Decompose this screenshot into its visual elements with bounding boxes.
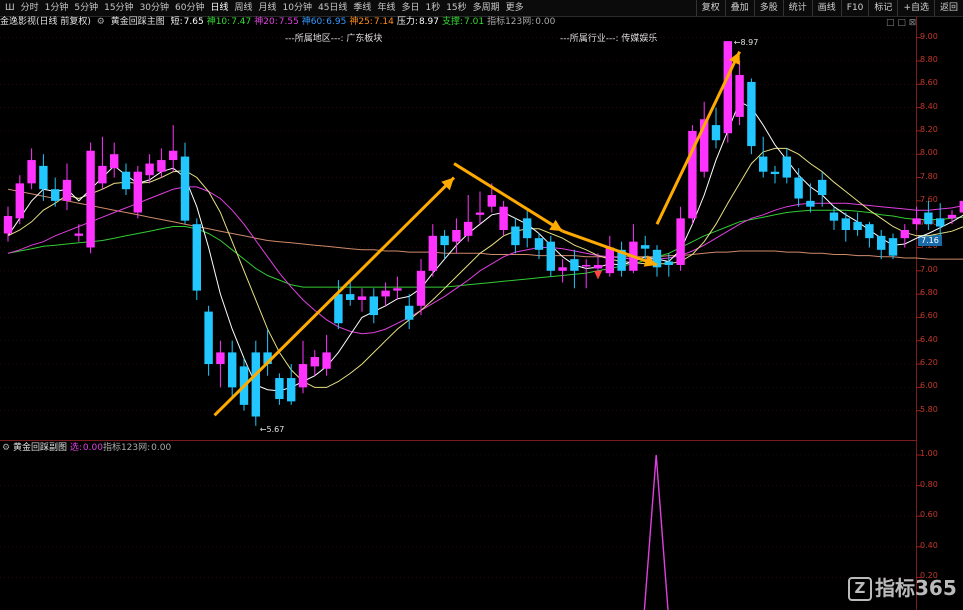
kline-chart[interactable]: ←8.97 ←5.67 — [0, 0, 963, 610]
candle-body-18 — [216, 352, 225, 365]
candle-body-32 — [381, 290, 390, 297]
candle-body-1 — [15, 183, 24, 219]
candle-body-54 — [641, 245, 650, 249]
candle-body-4 — [51, 189, 60, 201]
candle-body-10 — [121, 171, 131, 190]
candle-body-44 — [523, 218, 532, 239]
candle-body-34 — [405, 305, 414, 320]
ma-short-line — [7, 101, 963, 392]
candle-body-27 — [322, 352, 331, 369]
candle-body-77 — [912, 218, 921, 225]
candle-body-2 — [27, 160, 36, 184]
ma60-line — [7, 209, 963, 288]
candle-body-48 — [570, 259, 579, 271]
candle-body-0 — [3, 216, 13, 234]
candle-body-62 — [735, 74, 744, 117]
signal-marker — [594, 270, 602, 280]
candle-body-35 — [416, 270, 426, 306]
candle-body-28 — [334, 294, 343, 324]
candle-body-69 — [818, 179, 827, 196]
watermark-text: 指标365 — [875, 576, 957, 600]
candle-body-3 — [39, 165, 48, 190]
candle-body-66 — [782, 156, 791, 178]
candle-body-19 — [228, 352, 237, 388]
candle-body-71 — [841, 218, 850, 230]
candle-body-81 — [959, 200, 963, 213]
candle-body-16 — [192, 224, 201, 291]
candle-body-21 — [251, 352, 260, 417]
candle-body-36 — [428, 235, 437, 271]
candle-body-42 — [499, 206, 508, 230]
candle-body-33 — [393, 288, 402, 291]
candle-body-12 — [145, 163, 154, 176]
candle-body-41 — [487, 195, 496, 207]
candle-body-70 — [829, 212, 839, 221]
candle-body-64 — [759, 156, 768, 172]
candle-body-23 — [275, 378, 284, 400]
candle-body-79 — [936, 218, 945, 227]
candle-body-46 — [546, 241, 555, 271]
candle-body-15 — [180, 156, 190, 221]
high-label: ←8.97 — [734, 38, 759, 47]
candle-body-78 — [924, 212, 933, 225]
candle-body-9 — [110, 154, 119, 169]
candle-body-13 — [157, 160, 166, 172]
candle-body-40 — [475, 212, 485, 215]
signal-spike — [643, 454, 669, 610]
trend-arrow-3 — [655, 50, 741, 225]
candle-body-73 — [865, 224, 874, 239]
candle-body-24 — [287, 378, 296, 402]
watermark-logo-icon: Z — [848, 577, 872, 601]
candle-body-49 — [582, 264, 591, 267]
candle-body-25 — [298, 364, 308, 388]
candle-body-57 — [676, 218, 685, 265]
candle-body-38 — [452, 230, 461, 242]
candle-body-72 — [853, 221, 862, 230]
candle-body-39 — [464, 221, 473, 236]
candle-body-6 — [74, 233, 83, 236]
trend-arrow-1 — [453, 162, 564, 233]
candle-body-29 — [346, 294, 355, 300]
candle-body-75 — [888, 238, 898, 256]
ma20-line — [7, 186, 963, 335]
candle-body-68 — [806, 200, 815, 207]
candle-body-31 — [369, 296, 378, 316]
candle-body-30 — [357, 296, 367, 300]
low-label: ←5.67 — [260, 425, 285, 434]
candle-body-63 — [747, 81, 756, 147]
watermark: Z 指标365 — [848, 572, 957, 601]
candle-body-45 — [534, 238, 544, 250]
candle-body-5 — [62, 179, 72, 201]
ma120-line — [7, 188, 963, 260]
candle-body-61 — [723, 41, 732, 134]
candle-body-7 — [86, 150, 95, 248]
candle-body-43 — [511, 226, 520, 246]
candle-body-11 — [133, 171, 142, 213]
candle-body-37 — [440, 235, 449, 246]
candle-body-74 — [877, 235, 886, 250]
candle-body-14 — [169, 150, 178, 161]
candle-body-67 — [794, 177, 803, 199]
candle-body-56 — [664, 261, 673, 265]
candle-body-76 — [900, 230, 909, 239]
candle-body-65 — [770, 171, 780, 175]
candle-body-17 — [204, 311, 213, 365]
candle-body-60 — [711, 125, 721, 141]
candle-body-50 — [593, 264, 603, 269]
candle-body-80 — [947, 214, 957, 219]
candle-body-26 — [310, 357, 319, 367]
candle-body-47 — [558, 267, 567, 271]
candle-body-8 — [98, 165, 107, 184]
candle-body-51 — [605, 247, 614, 274]
